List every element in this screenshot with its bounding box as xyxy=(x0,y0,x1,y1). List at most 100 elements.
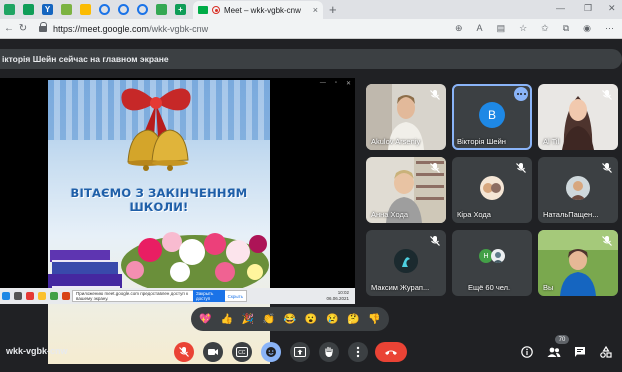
presentation-window-controls: — ▫ ✕ xyxy=(320,80,351,87)
favorite-icon[interactable]: ☆ xyxy=(519,23,527,34)
reaction-party[interactable]: 🎉 xyxy=(242,314,254,325)
reaction-thinking[interactable]: 🤔 xyxy=(347,314,359,325)
people-button[interactable] xyxy=(546,344,562,360)
close-tab-icon[interactable]: × xyxy=(313,5,318,15)
mic-off-icon xyxy=(430,236,440,246)
pinned-tab-drive2[interactable] xyxy=(76,0,95,19)
maximize-icon[interactable]: ❐ xyxy=(584,3,592,14)
tab-meet[interactable]: Meet – wkk-vgbk-cnw × xyxy=(193,1,323,19)
start-icon xyxy=(2,292,10,300)
profile-icon[interactable]: ◉ xyxy=(583,23,591,34)
stop-sharing-button: Закрыть доступ xyxy=(193,290,225,302)
chat-button[interactable] xyxy=(572,344,588,360)
activities-button[interactable] xyxy=(598,344,614,360)
close-window-icon[interactable]: ✕ xyxy=(608,3,616,14)
favorites-bar-icon[interactable]: ✩ xyxy=(541,23,549,34)
back-icon[interactable]: ← xyxy=(2,23,16,34)
participant-name: Вы xyxy=(543,283,554,292)
menu-icon[interactable]: ⋯ xyxy=(605,23,614,34)
participant-tile[interactable]: Akulov Arseniy xyxy=(366,84,446,150)
address-bar: ← ↻ https://meet.google.com/wkk-vgbk-cnw… xyxy=(0,19,622,39)
reactions-bar: 💖 👍 🎉 👏 😂 😮 😢 🤔 👎 xyxy=(191,307,389,331)
meeting-details-button[interactable] xyxy=(519,344,535,360)
new-tab-button[interactable]: + xyxy=(329,2,337,17)
powerpoint-icon xyxy=(62,292,70,300)
participant-tile[interactable]: Максим Журап... xyxy=(366,230,446,296)
emoji-reactions-button[interactable] xyxy=(261,342,281,362)
pinned-tab-ring2[interactable] xyxy=(114,0,133,19)
collections-icon[interactable]: ⧉ xyxy=(563,23,569,34)
emoji-icon xyxy=(266,347,276,357)
more-vert-icon xyxy=(356,346,360,358)
self-tile[interactable]: Вы xyxy=(538,230,618,296)
immersive-reader-icon[interactable]: ▤ xyxy=(497,23,506,34)
leave-call-button[interactable] xyxy=(375,342,407,362)
pinned-tab-ring[interactable] xyxy=(95,0,114,19)
present-icon xyxy=(294,347,306,357)
participant-name: Вікторія Шейн xyxy=(457,137,506,146)
sheets-icon: + xyxy=(175,4,186,15)
participant-tile[interactable]: НатальПащен... xyxy=(538,157,618,223)
svg-text:CC: CC xyxy=(238,350,246,356)
mic-off-icon xyxy=(602,236,612,246)
ring-icon xyxy=(118,4,129,15)
avatar: B xyxy=(479,102,505,128)
reaction-sad[interactable]: 😢 xyxy=(326,314,338,325)
activities-icon xyxy=(600,346,612,358)
url-path: /wkk-vgbk-cnw xyxy=(149,23,209,34)
reaction-sparkling-heart[interactable]: 💖 xyxy=(199,314,211,325)
participant-name: Анна Хода xyxy=(371,210,409,219)
zoom-icon[interactable]: ⊕ xyxy=(455,23,463,34)
mic-toggle-button[interactable] xyxy=(174,342,194,362)
participant-tile[interactable]: Анна Хода xyxy=(366,157,446,223)
participant-name: НатальПащен... xyxy=(543,210,599,219)
raise-hand-button[interactable] xyxy=(319,342,339,362)
folder-icon xyxy=(38,292,46,300)
participant-name: Максим Журап... xyxy=(371,283,430,292)
read-aloud-icon[interactable]: A xyxy=(477,23,483,34)
more-options-icon[interactable] xyxy=(514,87,528,101)
reaction-clap[interactable]: 👏 xyxy=(263,314,275,325)
mic-off-icon xyxy=(430,90,440,100)
search-icon xyxy=(14,292,22,300)
reaction-thumbs-up[interactable]: 👍 xyxy=(220,314,232,325)
pinned-tab-sheets[interactable]: + xyxy=(171,0,190,19)
drive-icon xyxy=(4,4,15,15)
pinned-tab-green[interactable] xyxy=(19,0,38,19)
present-screen-button[interactable] xyxy=(290,342,310,362)
participant-tile[interactable]: Кіра Хода xyxy=(452,157,532,223)
others-tile[interactable]: H Ещё 60 чел. xyxy=(452,230,532,296)
minimize-icon: — xyxy=(319,80,326,86)
reaction-thumbs-down[interactable]: 👎 xyxy=(368,314,380,325)
image-icon xyxy=(61,4,72,15)
taskbar-clock: 10:02 06.06.2021 xyxy=(326,290,349,302)
pinned-tab-ring3[interactable] xyxy=(133,0,152,19)
pinned-tab-image[interactable] xyxy=(57,0,76,19)
participant-name: Akulov Arseniy xyxy=(371,137,421,146)
participant-tile[interactable]: Al Til xyxy=(538,84,618,150)
participant-name: Кіра Хода xyxy=(457,210,491,219)
minimize-icon[interactable]: — xyxy=(556,3,565,13)
pinned-tab-drive[interactable] xyxy=(0,0,19,19)
link-icon xyxy=(156,4,167,15)
shared-screen[interactable]: — ▫ ✕ ВІТАЄМО З ЗАКІНЧЕННЯМ ШКОЛИ! Прило… xyxy=(0,78,355,364)
captions-button[interactable]: CC xyxy=(232,342,252,362)
avatar xyxy=(566,176,590,200)
hangup-icon xyxy=(385,350,397,355)
more-options-button[interactable] xyxy=(348,342,368,362)
participant-tile-presenter[interactable]: B Вікторія Шейн xyxy=(452,84,532,150)
clock-date: 06.06.2021 xyxy=(326,296,349,301)
pinned-tab-y[interactable]: Y xyxy=(38,0,57,19)
lock-icon[interactable] xyxy=(38,21,48,33)
camera-toggle-button[interactable] xyxy=(203,342,223,362)
pinned-tab-link[interactable] xyxy=(152,0,171,19)
tab-title: Meet – wkk-vgbk-cnw xyxy=(224,5,301,15)
bells-image xyxy=(127,129,189,171)
reaction-surprised[interactable]: 😮 xyxy=(305,314,317,325)
people-icon xyxy=(547,347,561,357)
mic-off-icon xyxy=(179,347,189,357)
refresh-icon[interactable]: ↻ xyxy=(16,23,30,34)
url-field[interactable]: https://meet.google.com/wkk-vgbk-cnw xyxy=(53,24,208,34)
camera-icon xyxy=(208,349,218,355)
reaction-laugh[interactable]: 😂 xyxy=(284,314,296,325)
